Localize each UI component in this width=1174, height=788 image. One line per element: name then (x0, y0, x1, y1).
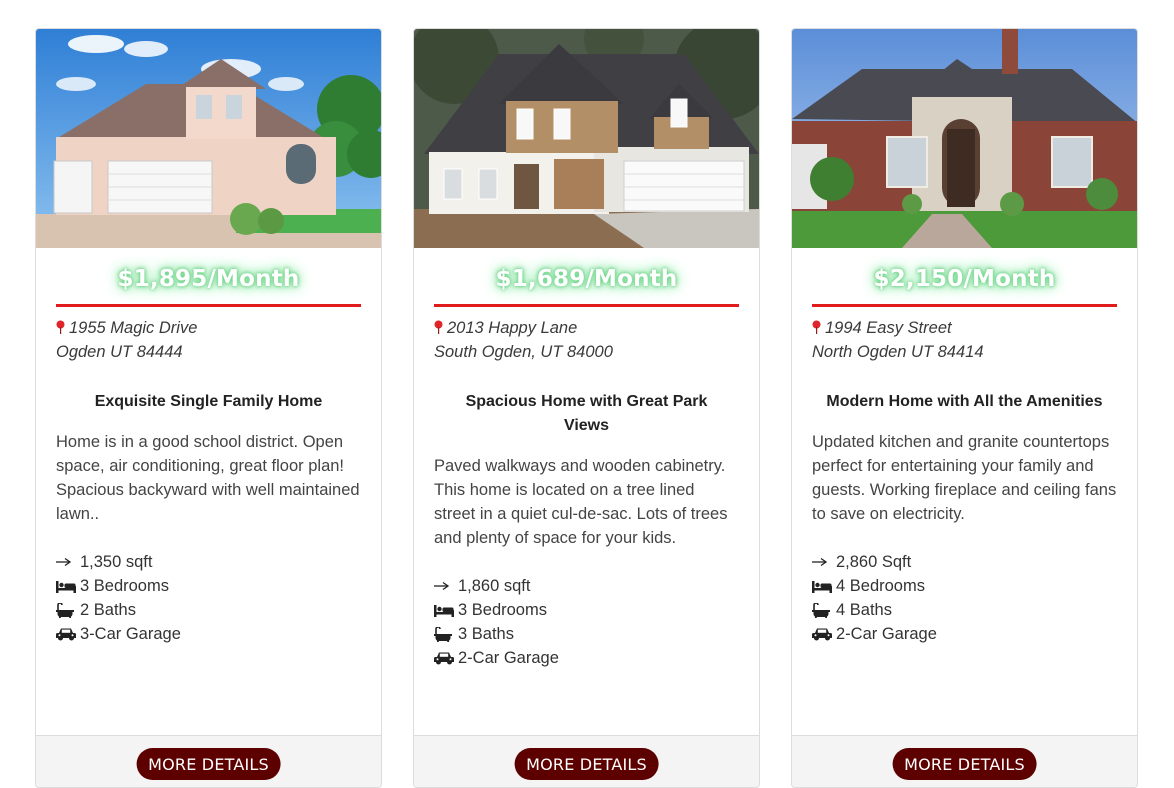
address-line2: South Ogden, UT 84000 (434, 343, 613, 361)
bed-icon (812, 580, 832, 593)
house-photo (792, 29, 1137, 248)
address: 1994 Easy Street North Ogden UT 84414 (812, 316, 1117, 364)
listing-card: $1,895/Month 1955 Magic Drive Ogden UT 8… (35, 28, 382, 788)
bath-icon (812, 602, 832, 618)
more-details-button[interactable]: MORE DETAILS (136, 748, 281, 780)
bath-icon (56, 602, 76, 618)
listing-description: Paved walkways and wooden cabinetry. Thi… (434, 457, 728, 547)
bed-icon (434, 604, 454, 617)
price: $2,150/Month (873, 266, 1056, 292)
card-footer: MORE DETAILS (792, 735, 1137, 787)
listing-description: Home is in a good school district. Open … (56, 433, 360, 523)
card-footer: MORE DETAILS (36, 735, 381, 787)
map-pin-icon (56, 317, 65, 334)
price-divider: $2,150/Month (812, 266, 1117, 307)
address-line1: 2013 Happy Lane (447, 319, 578, 337)
more-details-button[interactable]: MORE DETAILS (514, 748, 659, 780)
feature-baths: 3 Baths (434, 622, 739, 646)
feature-baths: 4 Baths (812, 598, 1117, 622)
listing-title: Spacious Home with Great Park Views (465, 393, 708, 434)
bath-icon (434, 626, 454, 642)
price-divider: $1,895/Month (56, 266, 361, 307)
listing-card: $1,689/Month 2013 Happy Lane South Ogden… (413, 28, 760, 788)
listing-title: Exquisite Single Family Home (94, 393, 323, 410)
feature-baths: 2 Baths (56, 598, 361, 622)
feature-sqft: 2,860 Sqft (812, 550, 1117, 574)
car-icon (434, 651, 454, 665)
feature-garage: 2-Car Garage (434, 646, 739, 670)
map-pin-icon (812, 317, 821, 334)
price-divider: $1,689/Month (434, 266, 739, 307)
listing-cards: $1,895/Month 1955 Magic Drive Ogden UT 8… (35, 28, 1145, 788)
feature-list: 1,350 sqft 3 Bedrooms 2 Baths 3-Car Gara… (56, 550, 361, 646)
listing-title: Modern Home with All the Amenities (826, 393, 1103, 410)
card-footer: MORE DETAILS (414, 735, 759, 787)
feature-garage: 2-Car Garage (812, 622, 1117, 646)
arrow-right-icon (812, 557, 832, 567)
address: 2013 Happy Lane South Ogden, UT 84000 (434, 316, 739, 364)
car-icon (56, 627, 76, 641)
feature-bedrooms: 4 Bedrooms (812, 574, 1117, 598)
map-pin-icon (434, 317, 443, 334)
address-line1: 1994 Easy Street (825, 319, 952, 337)
feature-bedrooms: 3 Bedrooms (56, 574, 361, 598)
house-photo (36, 29, 381, 248)
address: 1955 Magic Drive Ogden UT 84444 (56, 316, 361, 364)
price: $1,895/Month (117, 266, 300, 292)
bed-icon (56, 580, 76, 593)
feature-sqft: 1,860 sqft (434, 574, 739, 598)
more-details-button[interactable]: MORE DETAILS (892, 748, 1037, 780)
arrow-right-icon (56, 557, 76, 567)
address-line2: North Ogden UT 84414 (812, 343, 984, 361)
feature-list: 2,860 Sqft 4 Bedrooms 4 Baths 2-Car Gara… (812, 550, 1117, 646)
price: $1,689/Month (495, 266, 678, 292)
car-icon (812, 627, 832, 641)
address-line2: Ogden UT 84444 (56, 343, 183, 361)
listing-card: $2,150/Month 1994 Easy Street North Ogde… (791, 28, 1138, 788)
arrow-right-icon (434, 581, 454, 591)
feature-bedrooms: 3 Bedrooms (434, 598, 739, 622)
house-photo (414, 29, 759, 248)
feature-list: 1,860 sqft 3 Bedrooms 3 Baths 2-Car Gara… (434, 574, 739, 670)
address-line1: 1955 Magic Drive (69, 319, 198, 337)
feature-garage: 3-Car Garage (56, 622, 361, 646)
feature-sqft: 1,350 sqft (56, 550, 361, 574)
listing-description: Updated kitchen and granite countertops … (812, 433, 1117, 523)
